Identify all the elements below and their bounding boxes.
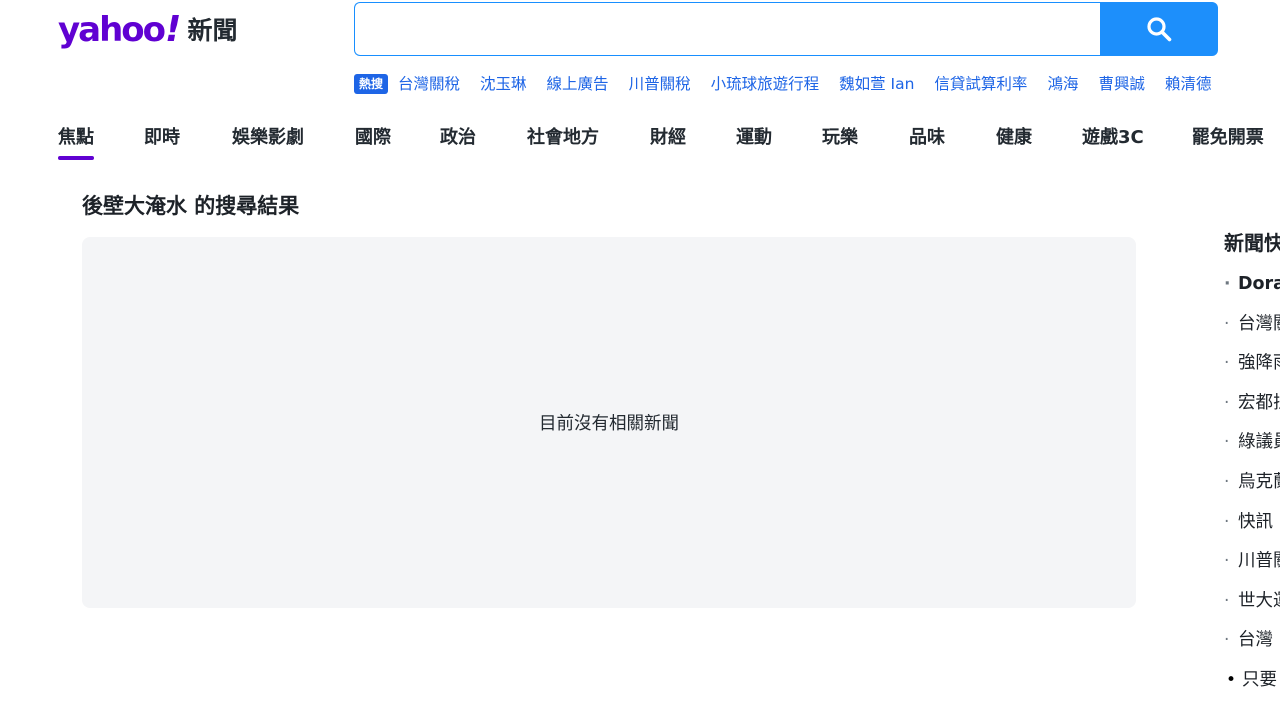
sidebar-item[interactable]: Doraemon bbox=[1224, 272, 1280, 312]
trending-link[interactable]: 小琉球旅遊行程 bbox=[711, 72, 820, 96]
category-nav: 焦點 即時 娛樂影劇 國際 政治 社會地方 財經 運動 玩樂 品味 健康 遊戲3… bbox=[58, 124, 1264, 162]
nav-tab-recall[interactable]: 罷免開票 bbox=[1192, 124, 1264, 160]
search-button[interactable] bbox=[1100, 2, 1218, 56]
results-title: 後壁大淹水 的搜尋結果 bbox=[82, 194, 300, 218]
sidebar-item[interactable]: 台灣關稅 bbox=[1224, 312, 1280, 352]
trending-link[interactable]: 線上廣告 bbox=[547, 72, 609, 96]
news-sidebar: 新聞快訊 Doraemon 台灣關稅 強降雨 宏都拉斯 綠議員 烏克蘭 快訊 川… bbox=[1224, 226, 1280, 704]
sidebar-title: 新聞快訊 bbox=[1224, 231, 1280, 255]
search-box bbox=[354, 2, 1102, 56]
search-input[interactable] bbox=[355, 3, 1102, 55]
results-panel: 目前沒有相關新聞 bbox=[82, 237, 1136, 608]
trending-link[interactable]: 賴清德 bbox=[1165, 72, 1212, 96]
nav-tab-politics[interactable]: 政治 bbox=[440, 124, 476, 160]
trending-searches: 熱搜 台灣關稅 沈玉琳 線上廣告 川普關稅 小琉球旅遊行程 魏如萱 Ian 信貸… bbox=[354, 72, 1231, 96]
nav-tab-latest[interactable]: 即時 bbox=[144, 124, 180, 160]
trending-link[interactable]: 魏如萱 Ian bbox=[839, 72, 914, 96]
sidebar-item[interactable]: 烏克蘭 bbox=[1224, 470, 1280, 510]
trending-badge: 熱搜 bbox=[354, 74, 389, 94]
logo-section-name: 新聞 bbox=[187, 15, 238, 45]
yahoo-news-logo[interactable]: yahoo ! 新聞 bbox=[58, 8, 237, 52]
sidebar-item[interactable]: 世大運 bbox=[1224, 589, 1280, 629]
logo-wordmark: yahoo bbox=[58, 10, 166, 50]
empty-results-message: 目前沒有相關新聞 bbox=[539, 414, 679, 434]
nav-tab-games-3c[interactable]: 遊戲3C bbox=[1082, 124, 1144, 160]
trending-link[interactable]: 台灣關稅 bbox=[398, 72, 460, 96]
search-icon bbox=[1147, 17, 1172, 42]
sidebar-item[interactable]: 只要 bbox=[1224, 668, 1280, 704]
trending-link[interactable]: 鴻海 bbox=[1047, 72, 1078, 96]
trending-link[interactable]: 川普關稅 bbox=[629, 72, 691, 96]
nav-tab-world[interactable]: 國際 bbox=[355, 124, 391, 160]
trending-link[interactable]: 沈玉琳 bbox=[480, 72, 527, 96]
sidebar-item[interactable]: 台灣 bbox=[1224, 628, 1280, 668]
nav-tab-style[interactable]: 品味 bbox=[909, 124, 945, 160]
nav-tab-finance[interactable]: 財經 bbox=[650, 124, 686, 160]
nav-tab-health[interactable]: 健康 bbox=[996, 124, 1032, 160]
logo-exclamation: ! bbox=[165, 9, 182, 50]
nav-tab-focus[interactable]: 焦點 bbox=[58, 124, 94, 160]
sidebar-item[interactable]: 強降雨 bbox=[1224, 351, 1280, 391]
trending-link[interactable]: 曹興誠 bbox=[1098, 72, 1145, 96]
nav-tab-entertainment[interactable]: 娛樂影劇 bbox=[232, 124, 304, 160]
sidebar-item[interactable]: 快訊 bbox=[1224, 510, 1280, 550]
nav-tab-society[interactable]: 社會地方 bbox=[527, 124, 599, 160]
trending-link[interactable]: 信貸試算利率 bbox=[934, 72, 1027, 96]
nav-tab-leisure[interactable]: 玩樂 bbox=[822, 124, 858, 160]
sidebar-list: Doraemon 台灣關稅 強降雨 宏都拉斯 綠議員 烏克蘭 快訊 川普關稅 世… bbox=[1224, 272, 1280, 704]
nav-tab-sports[interactable]: 運動 bbox=[736, 124, 772, 160]
sidebar-item[interactable]: 宏都拉斯 bbox=[1224, 391, 1280, 431]
sidebar-item[interactable]: 川普關稅 bbox=[1224, 549, 1280, 589]
page: yahoo ! 新聞 熱搜 台灣關稅 沈玉琳 線上廣告 川普關稅 小琉球旅遊行程… bbox=[0, 0, 1280, 704]
sidebar-item[interactable]: 綠議員 bbox=[1224, 430, 1280, 470]
